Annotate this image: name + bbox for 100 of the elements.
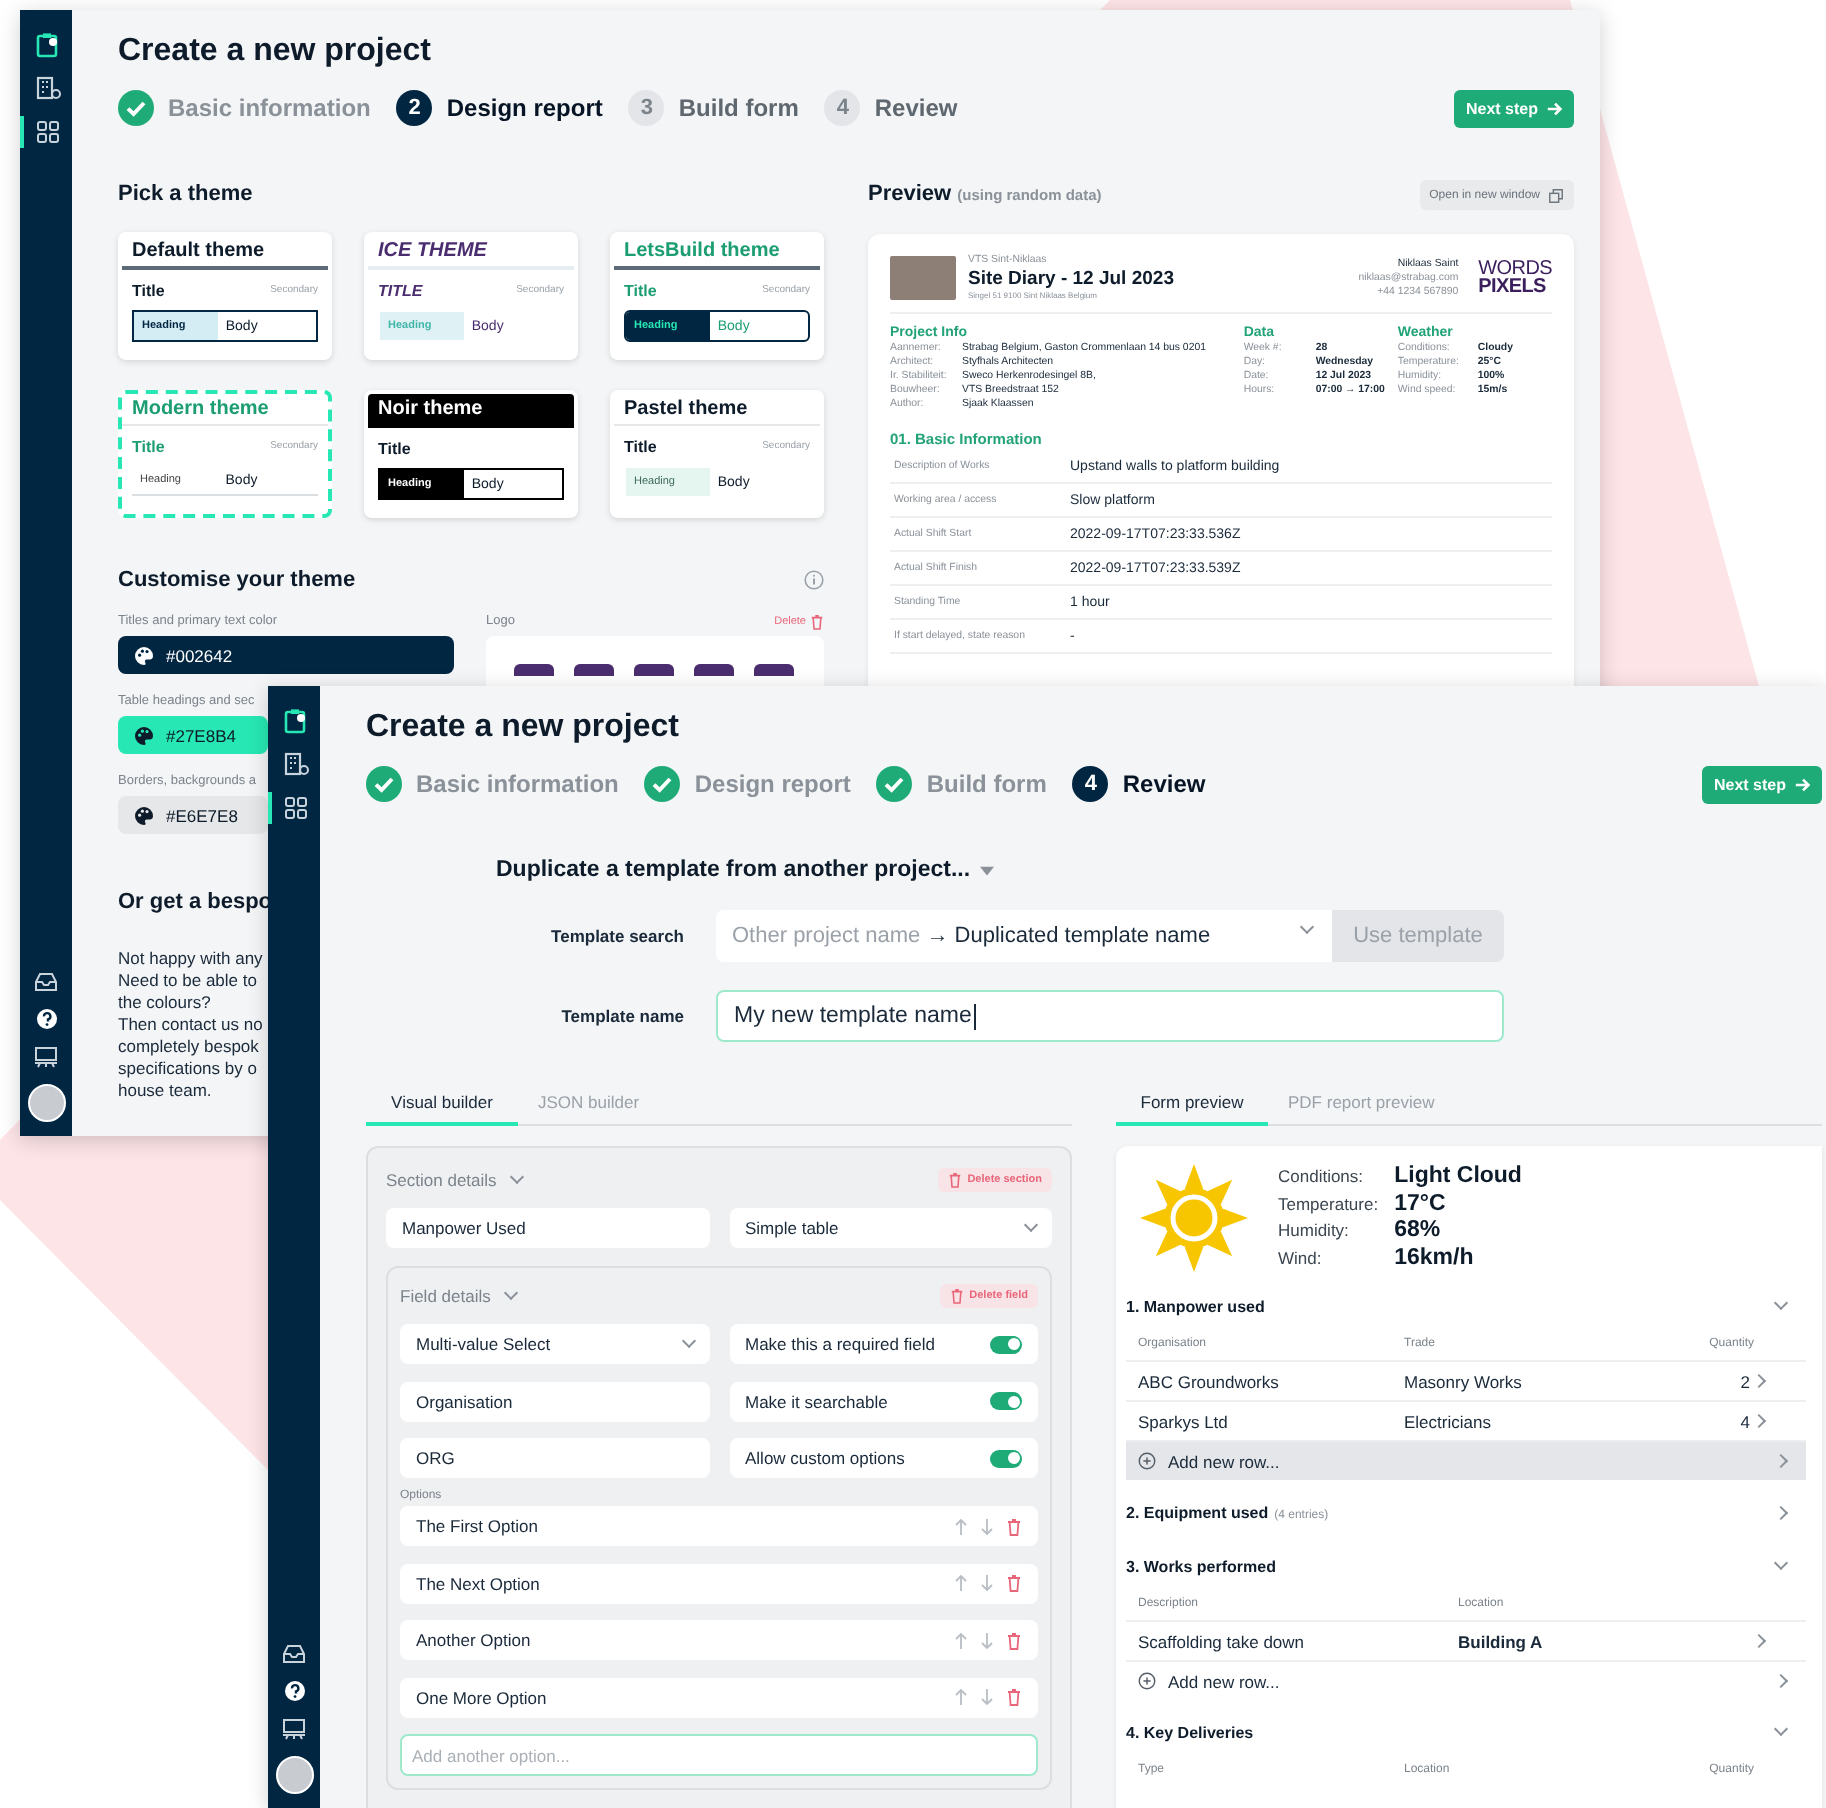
step-label: Design report [446,94,603,122]
section-heading: Customise your theme [118,566,356,596]
weather-label: Wind: [1278,1245,1324,1271]
template-source-dropdown[interactable]: Duplicate a template from another project... [496,854,995,886]
trash-icon [947,1171,962,1187]
section-title: 4. Key Deliveries [1126,1723,1254,1741]
help-icon[interactable] [35,1008,57,1030]
arrow-down-icon[interactable] [980,1688,994,1706]
paragraph-line: specifications by o [118,1058,257,1080]
option-text: The First Option [416,1516,538,1536]
theme-name: ICE THEME [368,236,574,270]
field-code-field[interactable]: ORG [400,1438,709,1478]
arrow-down-icon[interactable] [980,1517,994,1535]
trash-icon[interactable] [1006,1517,1022,1535]
add-row-button[interactable]: Add new row... [1126,1440,1806,1480]
color-field[interactable]: #27E8B4 [118,716,268,754]
trash-icon[interactable] [1006,1688,1022,1706]
toggle-label: Allow custom options [745,1448,905,1468]
table-cell-text: Scaffolding take down [1138,1631,1307,1651]
paragraph-line: house team. [118,1080,212,1102]
building-icon [283,752,309,776]
grid-icon [36,120,60,144]
color-field[interactable]: #002642 [118,636,454,674]
field-type-select[interactable]: Multi-value Select [400,1324,709,1364]
sun-icon [1138,1162,1250,1274]
weather-label: Conditions: [1278,1164,1366,1190]
section-title: 2. Equipment used [1126,1503,1269,1521]
color-field[interactable]: #E6E7E8 [118,796,268,834]
step-number: 4 [1072,766,1109,802]
step-label: Review [874,94,958,122]
add-row-button[interactable]: Add new row... [1126,1660,1806,1700]
logo-text: PIXELS [1478,278,1548,296]
toggle-switch[interactable] [990,1449,1022,1467]
arrow-up-icon[interactable] [954,1517,968,1535]
inbox-icon[interactable] [282,1644,306,1664]
step-label: Basic information [168,94,371,122]
table-cell-text: Electricians [1404,1411,1493,1431]
grid-icon [284,796,308,820]
option-text: One More Option [416,1687,547,1707]
step-label: Build form [678,94,799,122]
section-name-field[interactable]: Manpower Used [386,1208,709,1248]
field-label: Template name [559,1006,684,1026]
weather-label: Temperature: [1278,1191,1379,1218]
arrow-up-icon[interactable] [954,1574,968,1592]
table-cell-text: ABC Groundworks [1138,1371,1281,1391]
step-label: Basic information [416,770,619,798]
arrow-down-icon[interactable] [980,1574,994,1592]
arrow-right-icon [1794,775,1812,793]
table-row[interactable]: ABC Groundworks Masonry Works 2 [1126,1360,1806,1400]
trash-icon [810,614,824,630]
builder-tab[interactable]: Visual builder [366,1080,518,1126]
palette-icon [134,725,154,745]
arrow-up-icon[interactable] [954,1631,968,1649]
paragraph-line: completely bespok [118,1036,259,1058]
toggle-switch[interactable] [990,1335,1022,1353]
arrow-up-icon[interactable] [954,1688,968,1706]
paragraph-line: Then contact us no [118,1014,263,1036]
form-section-header[interactable]: 3. Works performed [1126,1544,1806,1588]
section-type-select[interactable]: Simple table [729,1208,1052,1248]
form-section-header[interactable]: 4. Key Deliveries [1126,1710,1806,1754]
theme-title-sample: Title [624,281,657,299]
toggle-switch[interactable] [990,1392,1022,1410]
preview-tab[interactable]: Form preview [1116,1080,1268,1126]
weather-value: 16km/h [1394,1245,1476,1272]
logo-text: WORDS [1478,260,1552,278]
trash-icon[interactable] [1006,1631,1022,1649]
user-avatar[interactable] [27,1084,65,1122]
clipboard-icon [36,31,60,57]
toggle-label: Make this a required field [745,1334,935,1354]
step-label: Review [1122,770,1206,798]
table-cell-text: Sparkys Ltd [1138,1411,1230,1431]
presentation-icon[interactable] [282,1718,306,1740]
option-text: The Next Option [416,1573,540,1593]
step-label: Build form [926,770,1047,798]
theme-title-sample: Title [378,439,411,457]
paragraph-line: Not happy with any [118,948,263,970]
palette-icon [134,805,154,825]
plus-circle-icon [1138,1672,1156,1690]
theme-title-sample: Title [624,437,657,455]
arrow-down-icon[interactable] [980,1631,994,1649]
table-cell-text: Building A [1458,1631,1545,1651]
info-icon[interactable] [804,570,824,590]
field-label: Template search [549,926,684,946]
field-name-field[interactable]: Organisation [400,1381,709,1421]
step-label: Design report [694,770,851,798]
photo-placeholder [890,256,956,300]
presentation-icon[interactable] [34,1046,58,1068]
palette-icon [134,645,154,665]
form-section-header[interactable]: 1. Manpower used [1126,1284,1806,1328]
template-name-field[interactable]: My new template name [716,990,1504,1042]
help-icon[interactable] [283,1680,305,1702]
user-avatar[interactable] [275,1756,313,1794]
trash-icon[interactable] [1006,1574,1022,1592]
add-option-field[interactable]: Add another option... [400,1734,1038,1776]
theme-name: Noir theme [368,394,574,428]
section-title: 1. Manpower used [1126,1297,1265,1315]
section-heading: Pick a theme [118,180,255,210]
plus-circle-icon [1138,1452,1156,1470]
inbox-icon[interactable] [34,972,58,992]
table-row[interactable]: Scaffolding take down Building A [1126,1620,1806,1660]
